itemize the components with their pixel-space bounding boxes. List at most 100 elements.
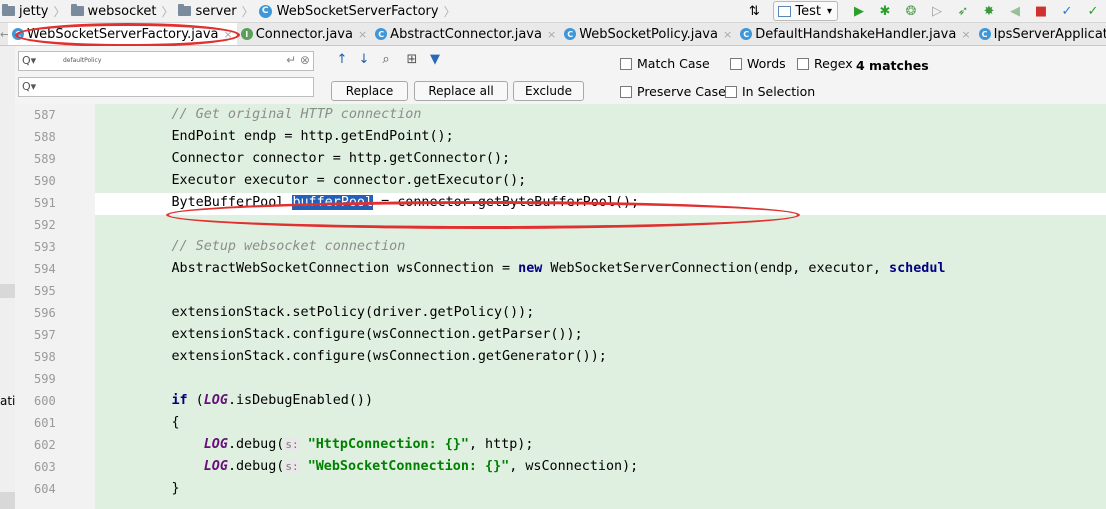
close-tab-icon[interactable]: × (547, 28, 556, 41)
editor-tab[interactable]: C WebSocketServerFactory.java × (8, 23, 237, 45)
next-occurrence-icon[interactable]: ↓ (356, 52, 372, 67)
code-line[interactable]: 589 Connector connector = http.getConnec… (15, 149, 1106, 171)
code-token: , http); (468, 437, 534, 452)
build-icon[interactable]: ➶ (953, 1, 973, 21)
search-match-highlight: bufferPool (292, 195, 374, 210)
replace-all-button[interactable]: Replace all (414, 81, 508, 101)
close-tab-icon[interactable]: × (961, 28, 970, 41)
filter-icon[interactable]: ▼ (427, 52, 443, 67)
debug-icon[interactable]: ✱ (875, 1, 895, 21)
code-line[interactable]: 597 extensionStack.configure(wsConnectio… (15, 325, 1106, 347)
code-text: LOG.debug(s: "HttpConnection: {}", http)… (107, 437, 534, 452)
close-tab-icon[interactable]: × (358, 28, 367, 41)
code-line[interactable]: 602 LOG.debug(s: "HttpConnection: {}", h… (15, 435, 1106, 457)
code-line[interactable]: 590 Executor executor = connector.getExe… (15, 171, 1106, 193)
code-token: .debug( (227, 459, 285, 474)
coverage-icon[interactable]: ❂ (901, 1, 921, 21)
code-text: LOG.debug(s: "WebSocketConnection: {}", … (107, 459, 638, 474)
vcs-commit-icon[interactable]: ✓ (1083, 1, 1103, 21)
run-icon[interactable]: ▶ (849, 1, 869, 21)
tab-label: WebSocketServerFactory.java (27, 26, 219, 42)
vcs-update-icon[interactable]: ✓ (1057, 1, 1077, 21)
close-tab-icon[interactable]: × (723, 28, 732, 41)
code-line[interactable]: 603 LOG.debug(s: "WebSocketConnection: {… (15, 457, 1106, 479)
code-line[interactable]: 588 EndPoint endp = http.getEndPoint(); (15, 127, 1106, 149)
code-token: .debug( (227, 437, 285, 452)
breadcrumb-item[interactable]: websocket 〉 (69, 0, 177, 22)
code-line[interactable]: 596 extensionStack.setPolicy(driver.getP… (15, 303, 1106, 325)
code-text: extensionStack.setPolicy(driver.getPolic… (107, 305, 534, 320)
class-icon: C (12, 28, 24, 40)
in-selection-checkbox[interactable]: In Selection (725, 84, 815, 99)
editor-tab[interactable]: C AbstractConnector.java × (371, 23, 560, 45)
panel-marker (0, 492, 15, 509)
breadcrumb-item[interactable]: C WebSocketServerFactory 〉 (257, 0, 459, 22)
code-line[interactable]: 594 AbstractWebSocketConnection wsConnec… (15, 259, 1106, 281)
breadcrumb-item[interactable]: jetty 〉 (0, 0, 69, 22)
checkbox-box (730, 57, 742, 70)
profile-icon[interactable]: ▷ (927, 1, 947, 21)
scroll-left-icon[interactable]: ← (0, 28, 9, 41)
interface-icon: I (240, 28, 253, 40)
code-line[interactable]: 592 (15, 215, 1106, 237)
clear-search-icon[interactable]: ↵ ⊗ (286, 53, 310, 67)
previous-occurrence-icon[interactable]: ↑ (334, 52, 350, 67)
code-line[interactable]: 598 extensionStack.configure(wsConnectio… (15, 347, 1106, 369)
editor-tab[interactable]: C WebSocketPolicy.java × (560, 23, 736, 45)
run-configuration-select[interactable]: Test ▾ (773, 1, 838, 21)
line-number: 593 (34, 240, 56, 254)
chevron-down-icon: ▾ (826, 5, 832, 17)
words-checkbox[interactable]: Words (730, 56, 786, 71)
code-line[interactable]: 604 } (15, 479, 1106, 501)
tab-label: AbstractConnector.java (390, 26, 542, 42)
preserve-case-checkbox[interactable]: Preserve Case (620, 84, 726, 99)
words-label: Words (747, 56, 786, 71)
sort-icon[interactable]: ⇅ (744, 1, 764, 21)
search-field[interactable]: Q▾ defaultPolicy ↵ ⊗ (18, 51, 314, 71)
code-token: AbstractWebSocketConnection wsConnection… (107, 261, 519, 276)
code-line[interactable]: 599 (15, 369, 1106, 391)
search-history-icon: Q▾ (22, 80, 37, 93)
attach-icon[interactable]: ✸ (979, 1, 999, 21)
code-line[interactable]: 601 { (15, 413, 1106, 435)
code-line[interactable]: 595 (15, 281, 1106, 303)
editor-tab[interactable]: I Connector.java × (237, 23, 371, 45)
line-number: 590 (34, 174, 56, 188)
find-all-icon[interactable]: ⌕ (378, 52, 394, 67)
code-line[interactable]: 600 if (LOG.isDebugEnabled()) (15, 391, 1106, 413)
back-icon[interactable]: ◀ (1005, 1, 1025, 21)
match-case-checkbox[interactable]: Match Case (620, 56, 710, 71)
code-token: extensionStack.configure(wsConnection.ge… (107, 327, 583, 342)
code-token: = connector.getByteBufferPool(); (373, 195, 640, 210)
line-number: 595 (34, 284, 56, 298)
editor-tab[interactable]: C IpsServerApplicati (975, 23, 1106, 45)
breadcrumb-item[interactable]: server 〉 (176, 0, 256, 22)
replace-field[interactable]: Q▾ (18, 77, 314, 97)
code-line[interactable]: 593 // Setup websocket connection (15, 237, 1106, 259)
regex-checkbox[interactable]: Regex (797, 56, 853, 71)
class-icon: C (258, 4, 272, 18)
parameter-hint: s: (284, 438, 300, 451)
code-line[interactable]: 587 // Get original HTTP connection (15, 105, 1106, 127)
stop-icon[interactable]: ■ (1031, 1, 1051, 21)
panel-marker (0, 284, 15, 298)
match-case-label: Match Case (637, 56, 710, 71)
line-number: 599 (34, 372, 56, 386)
exclude-button[interactable]: Exclude (513, 81, 584, 101)
folder-icon (178, 4, 192, 16)
code-token: if (171, 393, 188, 408)
close-tab-icon[interactable]: × (224, 28, 233, 41)
breadcrumb-label: jetty (19, 3, 49, 19)
replace-button[interactable]: Replace (331, 81, 408, 101)
code-token: ByteBufferPool (107, 195, 293, 210)
parameter-hint: s: (284, 460, 300, 473)
line-number: 594 (34, 262, 56, 276)
preserve-case-label: Preserve Case (637, 84, 726, 99)
code-text: } (107, 481, 179, 496)
code-token: "HttpConnection: {}" (307, 437, 469, 452)
editor-tab[interactable]: C DefaultHandshakeHandler.java × (736, 23, 974, 45)
select-all-occurrences-icon[interactable]: ⊞ (404, 52, 420, 67)
current-code-line[interactable]: 591 ByteBufferPool bufferPool = connecto… (15, 193, 1106, 215)
